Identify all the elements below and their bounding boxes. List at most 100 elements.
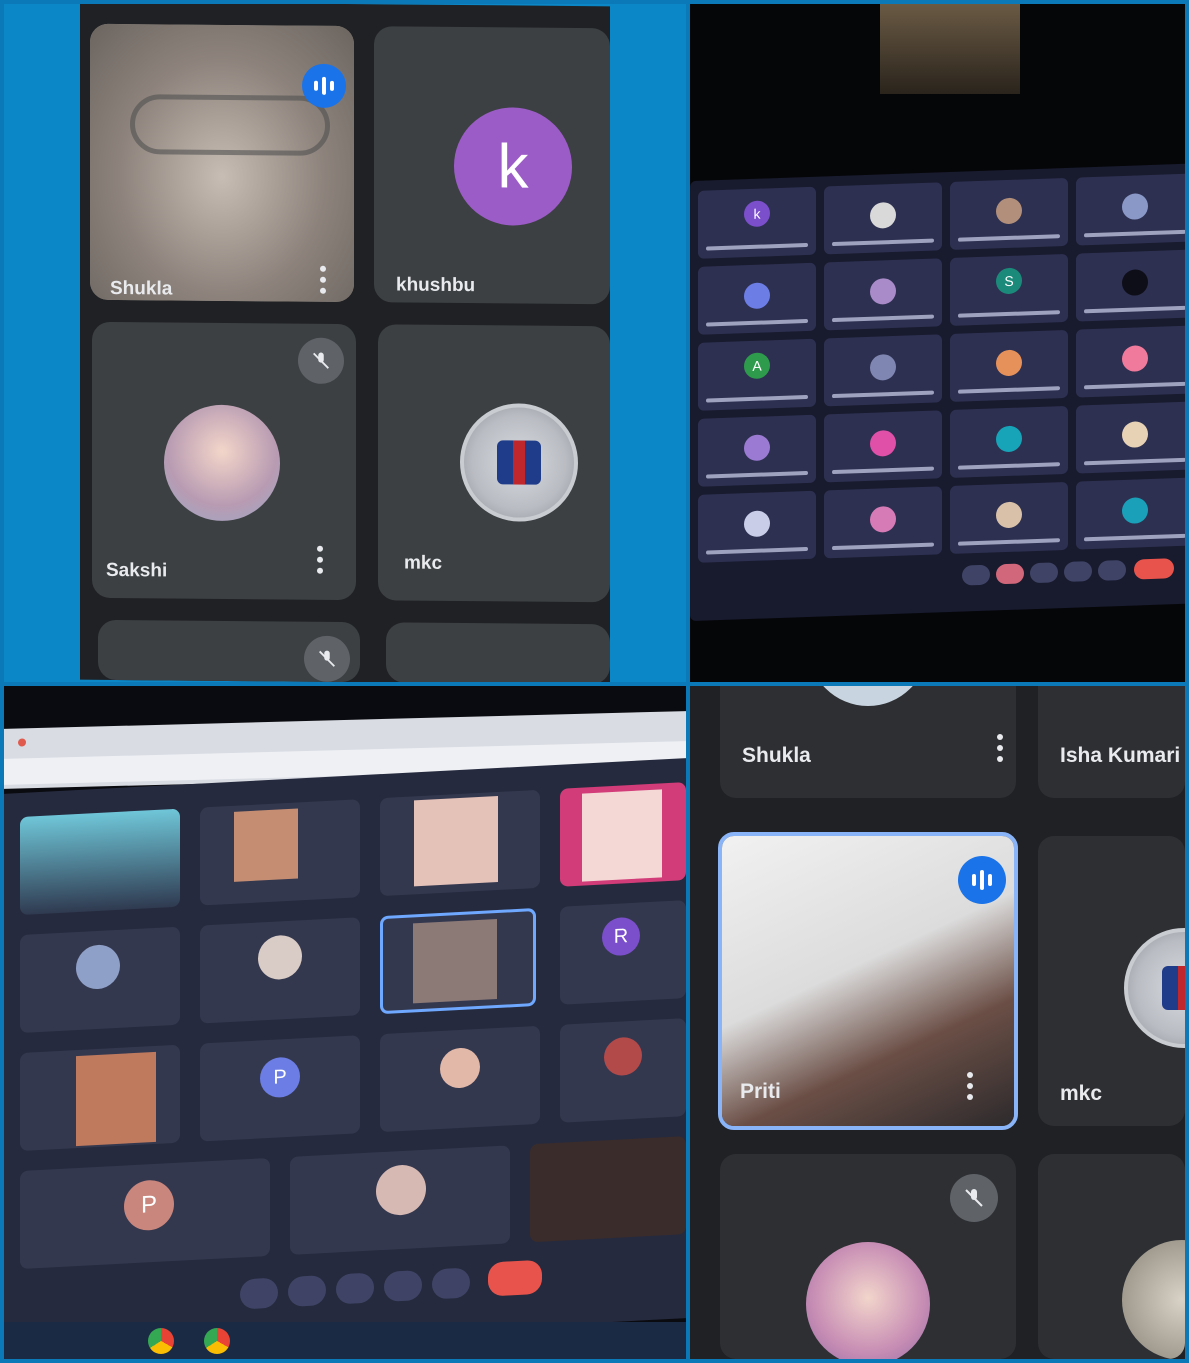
name-label — [706, 394, 808, 403]
name-label — [958, 310, 1060, 318]
name-label — [958, 234, 1060, 242]
participant-tile[interactable]: A — [698, 338, 816, 411]
present-button[interactable] — [384, 1269, 422, 1302]
participant-tile[interactable]: R — [560, 900, 686, 1005]
background-object — [880, 4, 1020, 94]
chrome-icon[interactable] — [204, 1328, 230, 1354]
meet-grid-screen: k S A — [690, 162, 1185, 622]
leave-call-button[interactable] — [1134, 558, 1174, 580]
participant-tile[interactable] — [20, 1044, 180, 1152]
participant-tile[interactable] — [698, 262, 816, 335]
avatar — [744, 434, 770, 462]
participant-tile[interactable] — [20, 926, 180, 1034]
mic-button[interactable] — [962, 564, 990, 586]
profile-photo — [604, 1036, 642, 1077]
participant-tile[interactable] — [950, 329, 1068, 402]
photo-collage: Shukla k khushbu Sakshi mkc k S A R P P … — [0, 0, 1189, 1363]
tab-close-icon[interactable] — [18, 738, 26, 747]
participant-tile[interactable] — [1076, 401, 1185, 474]
participant-tile[interactable] — [824, 182, 942, 255]
participant-tile-mkc[interactable]: mkc — [1038, 836, 1185, 1126]
avatar: k — [454, 106, 572, 226]
avatar: A — [744, 352, 770, 380]
participant-tile-partial[interactable] — [98, 619, 360, 682]
participant-tile-shukla[interactable]: Shukla — [90, 23, 354, 303]
camera-button[interactable] — [996, 563, 1024, 585]
profile-photo — [258, 934, 302, 981]
profile-photo — [870, 201, 896, 229]
profile-photo — [996, 501, 1022, 529]
participant-tile[interactable] — [380, 789, 540, 897]
participant-tile[interactable] — [824, 334, 942, 407]
participant-tile[interactable] — [824, 486, 942, 559]
mic-button[interactable] — [240, 1277, 278, 1310]
name-label — [832, 466, 934, 475]
participant-tile[interactable]: P — [20, 1157, 270, 1270]
avatar — [996, 425, 1022, 453]
participant-tile[interactable] — [720, 1154, 1016, 1359]
profile-photo — [996, 197, 1022, 225]
participant-tile[interactable] — [1076, 249, 1185, 322]
participant-tile[interactable] — [698, 490, 816, 563]
participant-tile-khushbu[interactable]: k khushbu — [374, 26, 610, 305]
participant-tile[interactable] — [290, 1145, 510, 1255]
participant-tile[interactable] — [950, 177, 1068, 250]
camera-button[interactable] — [288, 1274, 326, 1307]
participant-tile[interactable] — [20, 808, 180, 916]
participant-tile[interactable]: P — [200, 1035, 360, 1142]
participant-tile[interactable] — [530, 1136, 686, 1243]
captions-button[interactable] — [1030, 562, 1058, 584]
speaking-indicator-icon — [958, 856, 1006, 904]
more-options-icon[interactable] — [966, 1072, 974, 1104]
leave-call-button[interactable] — [488, 1259, 542, 1297]
participant-tile[interactable] — [824, 410, 942, 483]
more-options-icon[interactable] — [316, 545, 324, 578]
participant-tile[interactable] — [698, 414, 816, 487]
participant-tile-priti[interactable]: Priti — [718, 832, 1018, 1130]
participant-tile-sakshi[interactable]: Sakshi — [92, 321, 356, 601]
participant-tile[interactable] — [1038, 1154, 1185, 1359]
present-button[interactable] — [1064, 561, 1092, 583]
participant-tile[interactable] — [824, 258, 942, 331]
participant-tile[interactable] — [200, 917, 360, 1024]
mic-off-icon — [304, 635, 350, 682]
participant-tile[interactable] — [1076, 173, 1185, 246]
participant-name: Sakshi — [106, 559, 168, 582]
captions-button[interactable] — [336, 1272, 374, 1305]
profile-photo — [1122, 269, 1148, 296]
participant-tile[interactable] — [950, 481, 1068, 554]
college-logo — [1124, 928, 1185, 1048]
participant-tile[interactable] — [380, 1025, 540, 1133]
video-feed — [413, 919, 497, 1004]
chrome-icon[interactable] — [148, 1328, 174, 1354]
more-options-icon[interactable] — [996, 734, 1004, 766]
participant-tile-isha-kumari[interactable]: Isha Kumari — [1038, 686, 1185, 798]
more-options-icon[interactable] — [319, 265, 327, 298]
mic-off-icon — [950, 1174, 998, 1222]
avatar — [870, 277, 896, 305]
participant-tile[interactable] — [560, 1018, 686, 1123]
college-logo — [460, 403, 578, 523]
participant-tile[interactable] — [560, 782, 686, 887]
participant-tile[interactable] — [200, 799, 360, 906]
participant-tile[interactable] — [950, 405, 1068, 478]
laptop-meet-view-bottom-left: R P P — [4, 686, 686, 1359]
participant-tile-partial[interactable] — [386, 622, 610, 682]
participant-tile-mkc[interactable]: mkc — [378, 324, 610, 603]
avatar: P — [260, 1056, 300, 1099]
participant-tile[interactable] — [1076, 477, 1185, 550]
participant-tile[interactable]: S — [950, 253, 1068, 326]
participant-tile-shukla[interactable]: Shukla — [720, 686, 1016, 798]
speaking-indicator-icon — [302, 63, 346, 109]
participant-name: Isha Kumari — [1060, 744, 1181, 767]
more-options-button[interactable] — [432, 1267, 470, 1300]
profile-photo — [870, 353, 896, 381]
name-label — [958, 538, 1060, 546]
glasses-shape — [130, 94, 330, 156]
participant-tile-active-speaker[interactable] — [380, 907, 536, 1015]
participant-tile[interactable] — [1076, 325, 1185, 398]
participant-name: khushbu — [396, 274, 476, 297]
participant-tile[interactable]: k — [698, 186, 816, 259]
name-label — [832, 542, 934, 551]
more-options-button[interactable] — [1098, 559, 1126, 581]
